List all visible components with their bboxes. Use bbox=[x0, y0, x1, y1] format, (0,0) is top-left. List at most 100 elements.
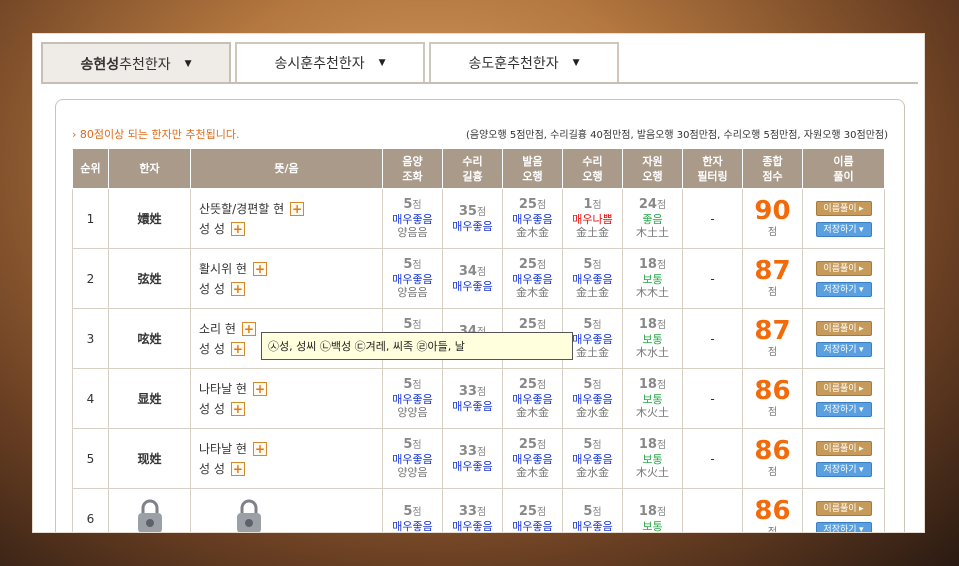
tab-name-label: 송현성 bbox=[80, 57, 120, 73]
score-value: 25 bbox=[518, 317, 537, 332]
total-score: 86 bbox=[754, 436, 791, 466]
suri-score: 35점 bbox=[443, 204, 502, 220]
save-button[interactable]: 저장하기 ▾ bbox=[815, 341, 872, 357]
action-cell: 이름풀이 ▸ 저장하기 ▾ bbox=[802, 428, 885, 489]
plus-icon[interactable]: + bbox=[290, 201, 305, 216]
source-score: 18점 bbox=[623, 504, 682, 520]
plus-icon[interactable]: + bbox=[230, 341, 245, 356]
yinyang-score: 5점 bbox=[383, 258, 442, 273]
plus-icon[interactable]: + bbox=[230, 401, 245, 416]
meaning-text: 성 성 bbox=[199, 402, 225, 416]
save-button[interactable]: 저장하기 ▾ bbox=[815, 221, 872, 237]
save-button[interactable]: 저장하기 ▾ bbox=[815, 281, 872, 297]
suri5-cell: 5점 매우좋음 金水金 bbox=[562, 368, 623, 429]
table-row: 4 显姓 나타날 현 + 성 성 + 5점 매우좋음 양양음 33점 매우좋음 25… bbox=[72, 368, 885, 429]
rank-cell: 2 bbox=[72, 248, 109, 309]
save-button[interactable]: 저장하기 ▾ bbox=[815, 521, 872, 532]
yinyang-score: 5점 bbox=[383, 318, 442, 333]
source-detail: 木木土 bbox=[636, 286, 669, 299]
source-verdict: 보통 bbox=[642, 273, 663, 286]
score-value: 18 bbox=[638, 317, 657, 332]
lock-icon bbox=[229, 497, 269, 532]
table-row: 6 5점 매우좋음 33점 매우좋음 25점 매우좋음 5점 매우좋음 18점 … bbox=[72, 488, 885, 533]
source-verdict: 보통 bbox=[642, 519, 663, 533]
col-rank: 순위 bbox=[72, 148, 109, 189]
sound-verdict: 매우좋음 bbox=[512, 519, 553, 533]
caret-down-icon: ▼ bbox=[572, 58, 580, 68]
total-score: 87 bbox=[754, 256, 791, 286]
meaning-line-2: 성 성 + bbox=[199, 219, 382, 239]
interpret-button[interactable]: 이름풀이 ▸ bbox=[815, 380, 872, 396]
score-unit: 점 bbox=[592, 320, 602, 331]
score-unit: 점 bbox=[536, 320, 547, 331]
interpret-button[interactable]: 이름풀이 ▸ bbox=[815, 320, 872, 336]
col-label: 오행 bbox=[642, 169, 663, 183]
meaning-line-1: 활시위 현 + bbox=[199, 259, 382, 279]
plus-icon[interactable]: + bbox=[230, 461, 245, 476]
col-hanja: 한자 bbox=[108, 148, 191, 189]
suri5-score: 5점 bbox=[563, 504, 622, 520]
sound-detail: 金木金 bbox=[516, 226, 549, 239]
save-button[interactable]: 저장하기 ▾ bbox=[815, 461, 872, 477]
score-unit: 점 bbox=[656, 380, 667, 391]
score-value: 25 bbox=[518, 503, 537, 519]
meaning-text: 성 성 bbox=[199, 222, 225, 236]
meaning-cell: 나타날 현 + 성 성 + bbox=[190, 428, 383, 489]
filter-cell bbox=[682, 488, 743, 532]
meaning-line-1: 산뜻할/경편할 현 + bbox=[199, 199, 382, 219]
save-button[interactable]: 저장하기 ▾ bbox=[815, 401, 872, 417]
filter-cell: - bbox=[682, 308, 743, 369]
col-label: 오행 bbox=[582, 169, 603, 183]
suri5-verdict: 매우좋음 bbox=[572, 273, 613, 286]
interpret-button[interactable]: 이름풀이 ▸ bbox=[815, 500, 872, 516]
score-value: 34 bbox=[458, 263, 477, 279]
score-unit: 점 bbox=[656, 440, 667, 451]
yinyang-detail: 양양음 bbox=[397, 406, 428, 419]
suri5-cell: 5점 매우좋음 金水金 bbox=[562, 428, 623, 489]
yinyang-score: 5점 bbox=[383, 198, 442, 213]
plus-icon[interactable]: + bbox=[252, 441, 267, 456]
tab-suffix-label: 추천한자 bbox=[507, 56, 559, 72]
filter-cell: - bbox=[682, 188, 743, 249]
score-unit: 점 bbox=[592, 260, 602, 271]
rank-cell: 3 bbox=[72, 308, 109, 369]
score-unit: 점 bbox=[656, 320, 667, 331]
score-value: 18 bbox=[638, 377, 657, 392]
yinyang-cell: 5점 매우좋음 양음음 bbox=[382, 248, 443, 309]
score-unit: 점 bbox=[656, 260, 667, 271]
score-unit: 점 bbox=[592, 380, 602, 391]
yinyang-verdict: 매우좋음 bbox=[392, 453, 433, 466]
plus-icon[interactable]: + bbox=[252, 381, 267, 396]
score-unit: 점 bbox=[412, 506, 422, 518]
tab-name-3[interactable]: 송도훈 추천한자 ▼ bbox=[429, 42, 619, 82]
hanja-cell: 呟姓 bbox=[108, 308, 191, 369]
yinyang-detail: 양양음 bbox=[397, 466, 428, 479]
score-unit: 점 bbox=[656, 200, 667, 211]
interpret-button[interactable]: 이름풀이 ▸ bbox=[815, 440, 872, 456]
tab-name-2[interactable]: 송시훈 추천한자 ▼ bbox=[235, 42, 425, 82]
source-detail: 木水土 bbox=[636, 346, 669, 359]
rank-cell: 1 bbox=[72, 188, 109, 249]
source-score: 18점 bbox=[623, 318, 682, 333]
score-value: 33 bbox=[458, 383, 477, 399]
col-interpret: 이름 풀이 bbox=[802, 148, 885, 189]
plus-icon[interactable]: + bbox=[252, 261, 267, 276]
total-cell: 90 점 bbox=[742, 188, 803, 249]
plus-icon[interactable]: + bbox=[241, 321, 256, 336]
interpret-button[interactable]: 이름풀이 ▸ bbox=[815, 200, 872, 216]
name-tabs: 송현성 추천한자 ▼ 송시훈 추천한자 ▼ 송도훈 추천한자 ▼ bbox=[41, 42, 619, 84]
notice-text: › 80점이상 되는 한자만 추천됩니다. bbox=[72, 128, 240, 141]
score-unit: 점 bbox=[476, 446, 487, 458]
suri5-score: 5점 bbox=[563, 258, 622, 273]
plus-icon[interactable]: + bbox=[230, 281, 245, 296]
suri-score: 33점 bbox=[443, 444, 502, 460]
interpret-button[interactable]: 이름풀이 ▸ bbox=[815, 260, 872, 276]
browser-content-frame: 송현성 추천한자 ▼ 송시훈 추천한자 ▼ 송도훈 추천한자 ▼ › 80점이상… bbox=[32, 33, 925, 533]
tab-name-1[interactable]: 송현성 추천한자 ▼ bbox=[41, 42, 231, 84]
meaning-text: 나타날 현 bbox=[199, 382, 247, 396]
score-unit: 점 bbox=[412, 260, 422, 271]
source-detail: 木火土 bbox=[636, 406, 669, 419]
meaning-line-1: 나타날 현 + bbox=[199, 379, 382, 399]
plus-icon[interactable]: + bbox=[230, 221, 245, 236]
meaning-text: 활시위 현 bbox=[199, 262, 247, 276]
